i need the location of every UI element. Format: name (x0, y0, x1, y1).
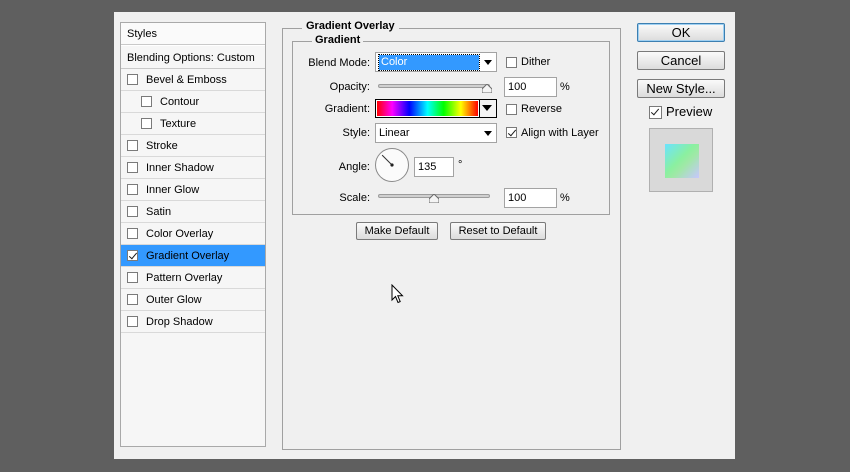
style-item-label: Drop Shadow (146, 315, 213, 328)
blend-mode-label: Blend Mode: (308, 57, 370, 69)
preview-label: Preview (666, 104, 713, 119)
style-item-checkbox[interactable] (127, 250, 138, 261)
style-item-checkbox[interactable] (127, 316, 138, 327)
blend-mode-value: Color (378, 54, 480, 71)
opacity-slider-thumb[interactable] (482, 84, 492, 93)
style-item-label: Satin (146, 205, 172, 218)
style-item-stroke[interactable]: Stroke (121, 135, 265, 157)
angle-label: Angle: (338, 161, 370, 173)
style-item-label: Bevel & Emboss (146, 73, 227, 86)
new-style-button[interactable]: New Style... (637, 79, 725, 98)
style-item-inner-glow[interactable]: Inner Glow (121, 179, 265, 201)
style-item-label: Color Overlay (146, 227, 214, 240)
scale-input[interactable]: 100 (504, 188, 557, 208)
style-item-satin[interactable]: Satin (121, 201, 265, 223)
style-item-checkbox[interactable] (127, 140, 138, 151)
style-item-label: Inner Shadow (146, 161, 214, 174)
style-item-label: Gradient Overlay (146, 249, 230, 262)
style-item-checkbox[interactable] (127, 74, 138, 85)
style-item-checkbox[interactable] (141, 118, 152, 129)
style-item-inner-shadow[interactable]: Inner Shadow (121, 157, 265, 179)
opacity-label: Opacity: (329, 81, 370, 93)
style-item-checkbox[interactable] (127, 228, 138, 239)
scale-label: Scale: (339, 192, 370, 204)
style-item-label: Pattern Overlay (146, 271, 223, 284)
chevron-down-icon (482, 105, 492, 111)
gradient-swatch (377, 101, 478, 116)
chevron-down-icon (484, 60, 492, 65)
make-default-button[interactable]: Make Default (356, 222, 438, 240)
style-item-drop-shadow[interactable]: Drop Shadow (121, 311, 265, 333)
style-item-checkbox[interactable] (141, 96, 152, 107)
blend-mode-select[interactable]: Color (375, 52, 497, 72)
chevron-down-icon (484, 131, 492, 136)
style-item-pattern-overlay[interactable]: Pattern Overlay (121, 267, 265, 289)
styles-list: Styles Blending Options: Custom Bevel & … (120, 22, 266, 447)
cancel-button[interactable]: Cancel (637, 51, 725, 70)
styles-header[interactable]: Styles (121, 23, 265, 45)
style-value: Linear (379, 127, 410, 139)
style-item-checkbox[interactable] (127, 162, 138, 173)
style-item-color-overlay[interactable]: Color Overlay (121, 223, 265, 245)
layer-style-dialog: Styles Blending Options: Custom Bevel & … (114, 12, 735, 459)
style-item-bevel-emboss[interactable]: Bevel & Emboss (121, 69, 265, 91)
preview-checkbox[interactable] (649, 106, 662, 119)
style-item-gradient-overlay[interactable]: Gradient Overlay (121, 245, 265, 267)
style-item-checkbox[interactable] (127, 294, 138, 305)
reverse-label: Reverse (521, 103, 562, 115)
gradient-overlay-title: Gradient Overlay (302, 20, 399, 32)
style-select[interactable]: Linear (375, 123, 497, 143)
ok-button[interactable]: OK (637, 23, 725, 42)
angle-dial[interactable] (374, 147, 410, 183)
angle-dial-center (390, 163, 394, 167)
gradient-label: Gradient: (324, 103, 370, 115)
gradient-group-title: Gradient (312, 34, 364, 46)
degree-symbol: ° (458, 159, 463, 171)
style-item-texture[interactable]: Texture (121, 113, 265, 135)
style-item-contour[interactable]: Contour (121, 91, 265, 113)
dither-checkbox[interactable] (506, 57, 517, 68)
style-item-outer-glow[interactable]: Outer Glow (121, 289, 265, 311)
style-item-label: Contour (160, 95, 200, 108)
gradient-dropdown[interactable] (479, 100, 496, 117)
angle-input[interactable]: 135 (414, 157, 454, 177)
preview-thumbnail (649, 128, 713, 192)
style-label: Style: (342, 127, 370, 139)
scale-slider-thumb[interactable] (429, 194, 439, 203)
reverse-checkbox[interactable] (506, 104, 517, 115)
align-with-layer-label: Align with Layer (521, 127, 599, 139)
mouse-cursor-icon (391, 284, 404, 304)
scale-percent: % (560, 192, 570, 204)
preview-gradient-square (665, 144, 699, 178)
opacity-slider-track[interactable] (378, 84, 490, 88)
opacity-percent: % (560, 81, 570, 93)
dither-label: Dither (521, 56, 551, 68)
reset-to-default-button[interactable]: Reset to Default (450, 222, 546, 240)
style-item-label: Outer Glow (146, 293, 202, 306)
style-item-label: Texture (160, 117, 197, 130)
blending-options-item[interactable]: Blending Options: Custom (121, 45, 265, 69)
style-item-checkbox[interactable] (127, 206, 138, 217)
style-item-checkbox[interactable] (127, 184, 138, 195)
opacity-input[interactable]: 100 (504, 77, 557, 97)
style-item-checkbox[interactable] (127, 272, 138, 283)
gradient-picker[interactable] (375, 99, 497, 118)
style-item-label: Stroke (146, 139, 178, 152)
align-with-layer-checkbox[interactable] (506, 127, 517, 138)
style-item-label: Inner Glow (146, 183, 200, 196)
